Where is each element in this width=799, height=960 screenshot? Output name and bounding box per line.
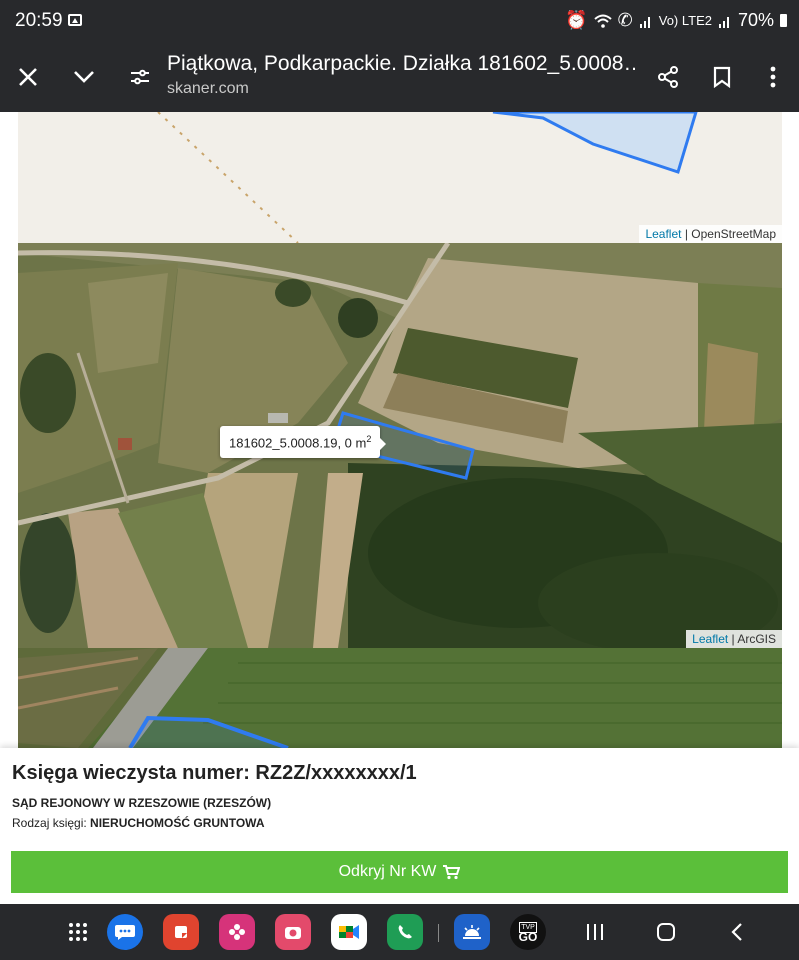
- messages-icon[interactable]: [107, 914, 143, 950]
- land-register-number: Księga wieczysta numer: RZ2Z/xxxxxxxx/1: [12, 762, 417, 784]
- android-nav-bar: TVP GO: [0, 904, 799, 960]
- arcgis-link[interactable]: ArcGIS: [737, 632, 776, 646]
- attribution-separator: |: [728, 632, 738, 646]
- osm-attribution: Leaflet | OpenStreetMap: [639, 225, 782, 243]
- weather-icon[interactable]: [454, 914, 490, 950]
- status-bar: 20:59 ⏰ ✆ Vo) LTE2 70%: [0, 0, 799, 42]
- leaflet-link[interactable]: Leaflet: [645, 227, 681, 241]
- bookmark-button[interactable]: [706, 42, 738, 112]
- reveal-kw-label: Odkryj Nr KW: [338, 863, 437, 880]
- book-type-label: Rodzaj księgi:: [12, 816, 91, 830]
- land-registry-panel: Księga wieczysta numer: RZ2Z/xxxxxxxx/1 …: [0, 748, 799, 904]
- site-settings-button[interactable]: [122, 42, 158, 112]
- signal-icon: [718, 16, 729, 28]
- page-url: skaner.com: [167, 80, 249, 97]
- satellite-imagery-zoomed: [18, 648, 782, 748]
- more-options-button[interactable]: [758, 42, 788, 112]
- bookmark-icon: [713, 66, 731, 88]
- parcel-tooltip: 181602_5.0008.19, 0 m2: [220, 426, 387, 459]
- image-icon: [68, 14, 82, 26]
- tvp-go-icon[interactable]: TVP GO: [510, 914, 546, 950]
- recents-icon: [587, 924, 603, 940]
- parcel-tooltip-text: 181602_5.0008.19, 0 m: [229, 435, 367, 451]
- back-button[interactable]: [719, 914, 755, 950]
- satellite-map[interactable]: Leaflet | ArcGIS 181602_5.0008.19, 0 m2: [18, 243, 782, 648]
- book-type: Rodzaj księgi: NIERUCHOMOŚĆ GRUNTOWA: [12, 816, 265, 830]
- area-unit-exponent: 2: [366, 434, 372, 444]
- arcgis-attribution: Leaflet | ArcGIS: [686, 630, 782, 648]
- nav-separator: [438, 924, 439, 942]
- recents-button[interactable]: [577, 914, 613, 950]
- court-name: SĄD REJONOWY W RZESZOWIE (RZESZÓW): [12, 796, 272, 810]
- back-icon: [731, 923, 742, 941]
- app-drawer-icon[interactable]: [60, 914, 96, 950]
- volte-lte-label: Vo) LTE2: [658, 13, 712, 28]
- home-icon: [657, 923, 675, 941]
- close-icon: [19, 68, 37, 86]
- browser-toolbar: Piątkowa, Podkarpackie. Działka 181602_5…: [0, 42, 799, 112]
- status-time: 20:59: [15, 10, 63, 31]
- share-icon: [658, 66, 678, 88]
- attribution-separator: |: [681, 227, 692, 241]
- camera-app-icon[interactable]: [275, 914, 311, 950]
- chevron-down-icon: [74, 71, 94, 83]
- osm-map[interactable]: Leaflet | OpenStreetMap: [18, 112, 782, 243]
- web-page: Leaflet | OpenStreetMap Leaflet | ArcGIS…: [0, 112, 799, 904]
- reveal-kw-button[interactable]: Odkryj Nr KW: [11, 851, 788, 893]
- battery-level: 70%: [737, 10, 774, 30]
- osm-link[interactable]: OpenStreetMap: [691, 227, 776, 241]
- status-icons: ⏰ ✆ Vo) LTE2 70%: [565, 10, 787, 31]
- satellite-map-zoomed[interactable]: [18, 648, 782, 748]
- share-button[interactable]: [652, 42, 684, 112]
- close-button[interactable]: [10, 42, 46, 112]
- osm-map-layer: [18, 112, 782, 243]
- flower-app-icon[interactable]: [219, 914, 255, 950]
- battery-icon: [780, 14, 787, 27]
- leaflet-link[interactable]: Leaflet: [692, 632, 728, 646]
- page-title: Piątkowa, Podkarpackie. Działka 181602_5…: [167, 52, 639, 75]
- satellite-imagery: [18, 243, 782, 648]
- signal-icon: [639, 16, 650, 28]
- more-vert-icon: [770, 66, 776, 88]
- collapse-button[interactable]: [66, 42, 102, 112]
- home-button[interactable]: [648, 914, 684, 950]
- wifi-call-icon: ✆: [617, 10, 633, 30]
- phone-icon[interactable]: [387, 914, 423, 950]
- wifi-icon: [593, 14, 612, 28]
- notes-icon[interactable]: [163, 914, 199, 950]
- meet-icon[interactable]: [331, 914, 367, 950]
- alarm-icon: ⏰: [565, 10, 588, 30]
- go-label: GO: [518, 930, 538, 944]
- book-type-value: NIERUCHOMOŚĆ GRUNTOWA: [90, 816, 265, 830]
- tune-icon: [131, 69, 149, 85]
- cart-icon: [443, 865, 461, 880]
